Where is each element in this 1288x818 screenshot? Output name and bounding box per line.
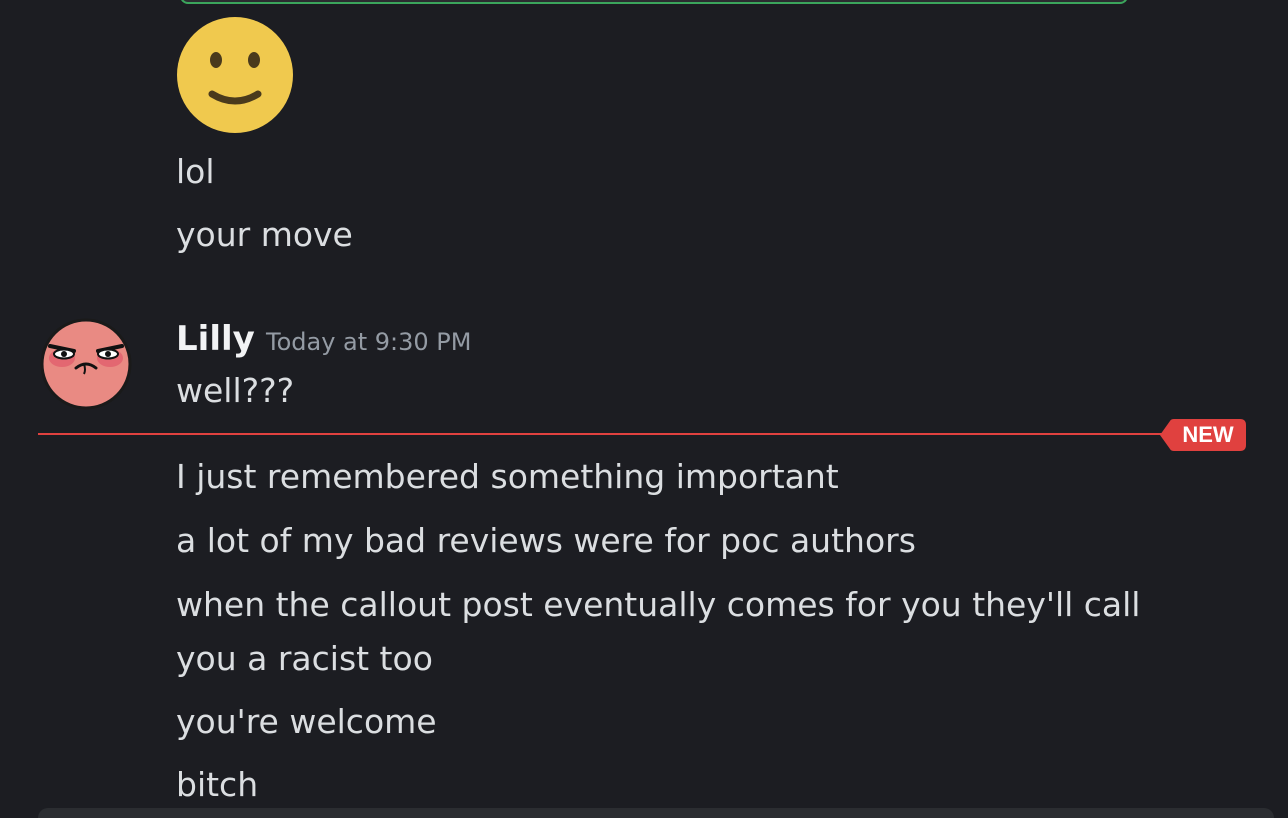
message-text: I just remembered something important bbox=[176, 457, 839, 496]
annoyed-face-avatar[interactable] bbox=[40, 318, 132, 410]
message-text: when the callout post eventually comes f… bbox=[176, 585, 1141, 624]
message-text: your move bbox=[176, 215, 353, 254]
message-composer-edge[interactable] bbox=[38, 808, 1274, 818]
previous-embed-edge bbox=[180, 0, 1128, 4]
message-text: lol bbox=[176, 152, 215, 191]
message-timestamp[interactable]: Today at 9:30 PM bbox=[266, 321, 472, 363]
message-text: you a racist too bbox=[176, 639, 433, 678]
message-text: a lot of my bad reviews were for poc aut… bbox=[176, 521, 916, 560]
new-badge-label: NEW bbox=[1182, 422, 1234, 447]
message-text: bitch bbox=[176, 765, 259, 804]
slightly-smiling-face-icon[interactable] bbox=[176, 16, 294, 134]
message-text: well??? bbox=[176, 371, 295, 410]
new-messages-divider bbox=[38, 433, 1168, 435]
author-username[interactable]: Lilly bbox=[176, 314, 255, 364]
message-text: you're welcome bbox=[176, 702, 437, 741]
new-messages-badge: NEW bbox=[1160, 419, 1246, 451]
chat-view: lol your move Lilly Today at 9:30 PM wel… bbox=[0, 0, 1288, 818]
